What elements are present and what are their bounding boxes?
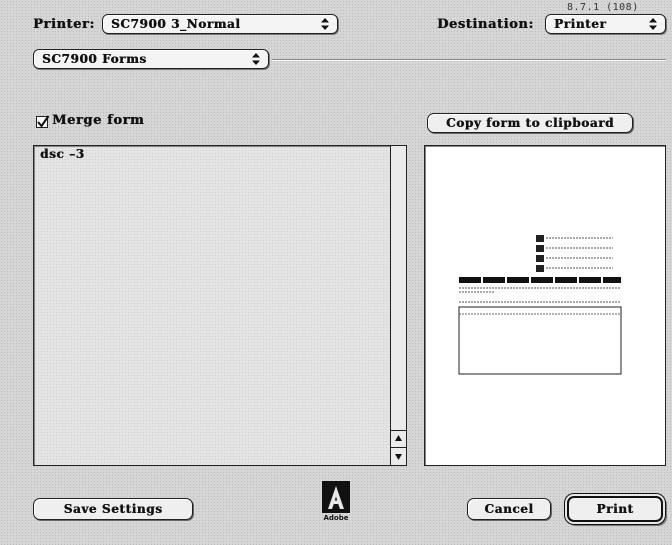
adobe-logo: Adobe [318,480,354,524]
destination-label: Destination: [437,17,534,32]
section-popup-value: SC7900 Forms [42,52,147,66]
page-preview [424,145,666,466]
adobe-logo-icon [322,481,350,513]
print-button[interactable]: Print [567,496,663,522]
group-divider [272,59,666,61]
updown-arrows-icon [321,18,329,30]
merge-form-label: Merge form [52,113,145,128]
form-preview-thumbnail [458,235,622,375]
updown-arrows-icon [649,18,657,30]
updown-arrows-icon [252,53,260,65]
copy-form-button[interactable]: Copy form to clipboard [427,113,633,133]
printer-popup-value: SC7900 3_Normal [111,17,241,31]
scroll-up-button[interactable] [391,430,406,447]
destination-popup-value: Printer [554,17,607,31]
arrow-down-icon [395,454,402,460]
section-popup[interactable]: SC7900 Forms [33,49,269,69]
checkmark-icon [37,115,50,128]
list-item[interactable]: dsc –3 [40,147,85,161]
cancel-button[interactable]: Cancel [467,498,551,520]
printer-label: Printer: [33,17,95,32]
printer-popup[interactable]: SC7900 3_Normal [102,14,338,34]
list-scrollbar[interactable] [390,146,406,465]
destination-popup[interactable]: Printer [545,14,666,34]
merge-form-checkbox[interactable] [36,115,50,128]
scroll-down-button[interactable] [391,447,406,465]
version-text: 8.7.1 (108) [567,2,639,13]
arrow-up-icon [395,435,402,441]
save-settings-button[interactable]: Save Settings [33,498,193,520]
form-list[interactable]: dsc –3 [33,145,407,466]
adobe-logo-text: Adobe [323,514,349,522]
